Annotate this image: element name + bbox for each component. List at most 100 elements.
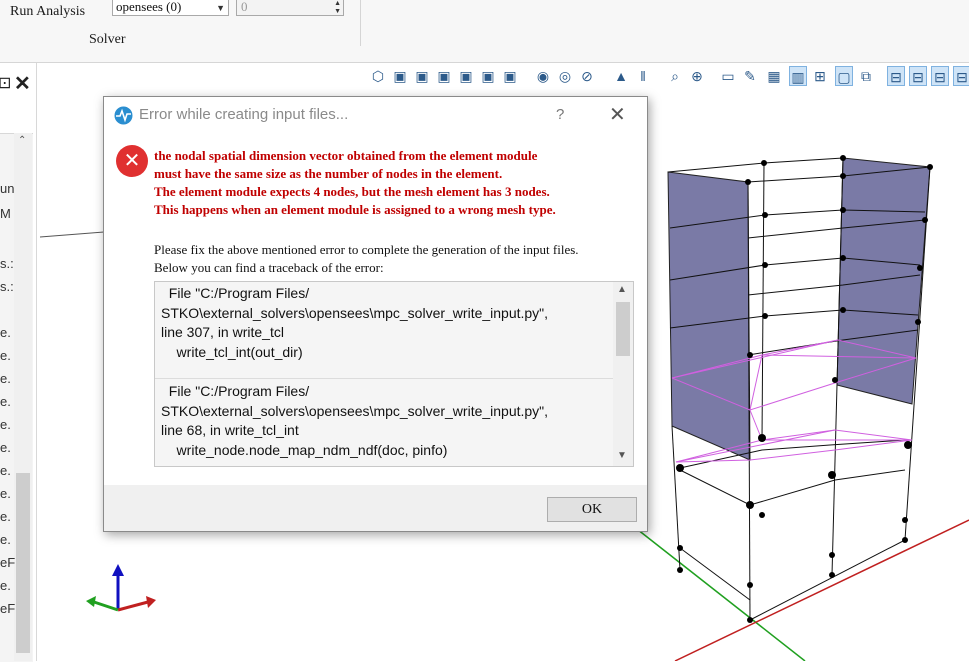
triangle-icon[interactable]: ▲ xyxy=(612,66,630,86)
pen-icon[interactable]: ✎ xyxy=(741,66,759,86)
cube-top-icon[interactable]: ▣ xyxy=(479,66,497,86)
zoom-icon[interactable]: ⊕ xyxy=(688,66,706,86)
scrollbar-thumb[interactable] xyxy=(16,473,30,653)
node xyxy=(840,155,846,161)
panel-list-item[interactable]: e. xyxy=(0,371,11,386)
node xyxy=(762,313,768,319)
screen-icon[interactable]: ▭ xyxy=(719,66,737,86)
eye-hide-icon[interactable]: ⊘ xyxy=(578,66,596,86)
process-spinbox[interactable]: 0 ▲ ▼ xyxy=(236,0,344,16)
help-button[interactable]: ? xyxy=(556,106,564,123)
close-dialog-button[interactable]: ✕ xyxy=(609,102,626,127)
node xyxy=(829,572,835,578)
node xyxy=(761,160,767,166)
panel-scrollbar[interactable]: ⌃ xyxy=(14,133,32,661)
ruler-icon[interactable]: ▥ xyxy=(789,66,807,86)
info-line: Please fix the above mentioned error to … xyxy=(154,242,579,257)
panel-list-item[interactable]: s.: xyxy=(0,279,14,294)
node xyxy=(745,179,751,185)
run-analysis-button[interactable]: Run Analysis xyxy=(10,4,85,20)
view-4-icon[interactable]: ⊟ xyxy=(953,66,969,86)
left-shell-wall xyxy=(667,171,751,461)
cube-bottom-icon[interactable]: ▣ xyxy=(501,66,519,86)
panel-list-item[interactable]: e. xyxy=(0,463,11,478)
grid-icon[interactable]: ▦ xyxy=(765,66,783,86)
spinbox-value: 0 xyxy=(241,0,248,14)
panel-list-item[interactable]: M xyxy=(0,206,11,221)
pin-icon[interactable]: ⊡ xyxy=(0,73,11,93)
mesh-line-3 xyxy=(749,354,763,411)
scrollbar-thumb[interactable] xyxy=(616,302,630,356)
traceback-line: line 307, in write_tcl xyxy=(161,324,284,340)
close-panel-icon[interactable]: ✕ xyxy=(14,71,31,96)
panel-list-item[interactable]: e. xyxy=(0,509,11,524)
axis-line-left xyxy=(39,231,105,238)
panel-list-item[interactable]: e. xyxy=(0,486,11,501)
traceback-list[interactable]: File "C:/Program Files/ STKO\external_so… xyxy=(154,281,634,467)
eye-outline-icon[interactable]: ◎ xyxy=(556,66,574,86)
panel-list-item[interactable]: e. xyxy=(0,325,11,340)
scroll-down-icon[interactable]: ▼ xyxy=(617,450,627,461)
traceback-line: line 68, in write_tcl_int xyxy=(161,422,299,438)
scroll-up-icon[interactable]: ▲ xyxy=(617,284,627,295)
node xyxy=(747,352,753,358)
traceback-scrollbar[interactable]: ▲ ▼ xyxy=(613,282,633,466)
error-line: This happens when an element module is a… xyxy=(154,202,556,217)
node xyxy=(677,567,683,573)
traceback-entry-2[interactable]: File "C:/Program Files/ STKO\external_so… xyxy=(155,382,613,460)
node xyxy=(829,552,835,558)
axis-triad xyxy=(86,564,156,612)
view-3-icon[interactable]: ⊟ xyxy=(931,66,949,86)
zoom-fit-icon[interactable]: ⌕ xyxy=(666,66,684,86)
solver-select-value: opensees (0) xyxy=(116,0,182,14)
panel-list-item[interactable]: eF xyxy=(0,601,15,616)
cube-left-icon[interactable]: ▣ xyxy=(435,66,453,86)
solver-select[interactable]: opensees (0) ▼ xyxy=(112,0,229,16)
traceback-line: STKO\external_solvers\opensees\mpc_solve… xyxy=(161,402,549,419)
node xyxy=(762,212,768,218)
panel-list-item[interactable]: s.: xyxy=(0,256,14,271)
scroll-up-icon[interactable]: ⌃ xyxy=(18,135,26,146)
eye-icon[interactable]: ◉ xyxy=(534,66,552,86)
traceback-entry-1[interactable]: File "C:/Program Files/ STKO\external_so… xyxy=(155,284,613,362)
cube-iso-icon[interactable]: ⬡ xyxy=(369,66,387,86)
panel-list-item[interactable]: e. xyxy=(0,348,11,363)
y-axis xyxy=(93,600,119,612)
cube-back-icon[interactable]: ▣ xyxy=(413,66,431,86)
left-panel: ⊡ ✕ ⌃ un Ms.: s.: e. e. e. e. e. e. e. e. e. e. eF e. e… xyxy=(0,63,37,662)
window-edit-icon[interactable]: ⧉ xyxy=(857,66,875,86)
solver-group-label: Solver xyxy=(89,32,126,47)
ribbon: Run Analysis opensees (0) ▼ 0 ▲ ▼ Solver xyxy=(0,0,969,63)
window-icon[interactable]: ▢ xyxy=(835,66,853,86)
grid-select-icon[interactable]: ⊞ xyxy=(811,66,829,86)
panel-list-item[interactable]: eF xyxy=(0,555,15,570)
node xyxy=(832,377,838,383)
ok-button[interactable]: OK xyxy=(547,497,637,522)
view-1-icon[interactable]: ⊟ xyxy=(887,66,905,86)
error-icon: ✕ xyxy=(116,145,148,177)
pause-bars-icon[interactable]: ‖ xyxy=(634,66,652,86)
node xyxy=(904,441,912,449)
panel-list-item[interactable]: e. xyxy=(0,417,11,432)
panel-list-item[interactable]: e. xyxy=(0,532,11,547)
node xyxy=(759,512,765,518)
cube-right-icon[interactable]: ▣ xyxy=(457,66,475,86)
node xyxy=(677,545,683,551)
node xyxy=(902,537,908,543)
top-beam xyxy=(667,157,844,173)
y-arrow-icon xyxy=(86,596,96,607)
spin-arrows-icon[interactable]: ▲ ▼ xyxy=(334,0,341,15)
panel-list-item[interactable]: e. xyxy=(0,440,11,455)
view-2-icon[interactable]: ⊟ xyxy=(909,66,927,86)
structure-model xyxy=(667,157,931,621)
panel-list-item[interactable]: e. xyxy=(0,578,11,593)
ribbon-divider xyxy=(360,0,361,46)
view-toolbar: ⬡ ▣ ▣ ▣ ▣ ▣ ▣ ◉ ◎ ⊘ ▲ ‖ ⌕ ⊕ ▭ ✎ ▦ ▥ ⊞ ▢ … xyxy=(369,66,969,88)
node xyxy=(917,265,923,271)
cube-front-icon[interactable]: ▣ xyxy=(391,66,409,86)
base-beam-right xyxy=(749,539,906,621)
panel-list-item[interactable]: un xyxy=(0,181,14,196)
traceback-divider xyxy=(155,378,613,379)
panel-list-item[interactable]: e. xyxy=(0,394,11,409)
dialog-titlebar: Error while creating input files... ? ✕ xyxy=(104,97,647,133)
